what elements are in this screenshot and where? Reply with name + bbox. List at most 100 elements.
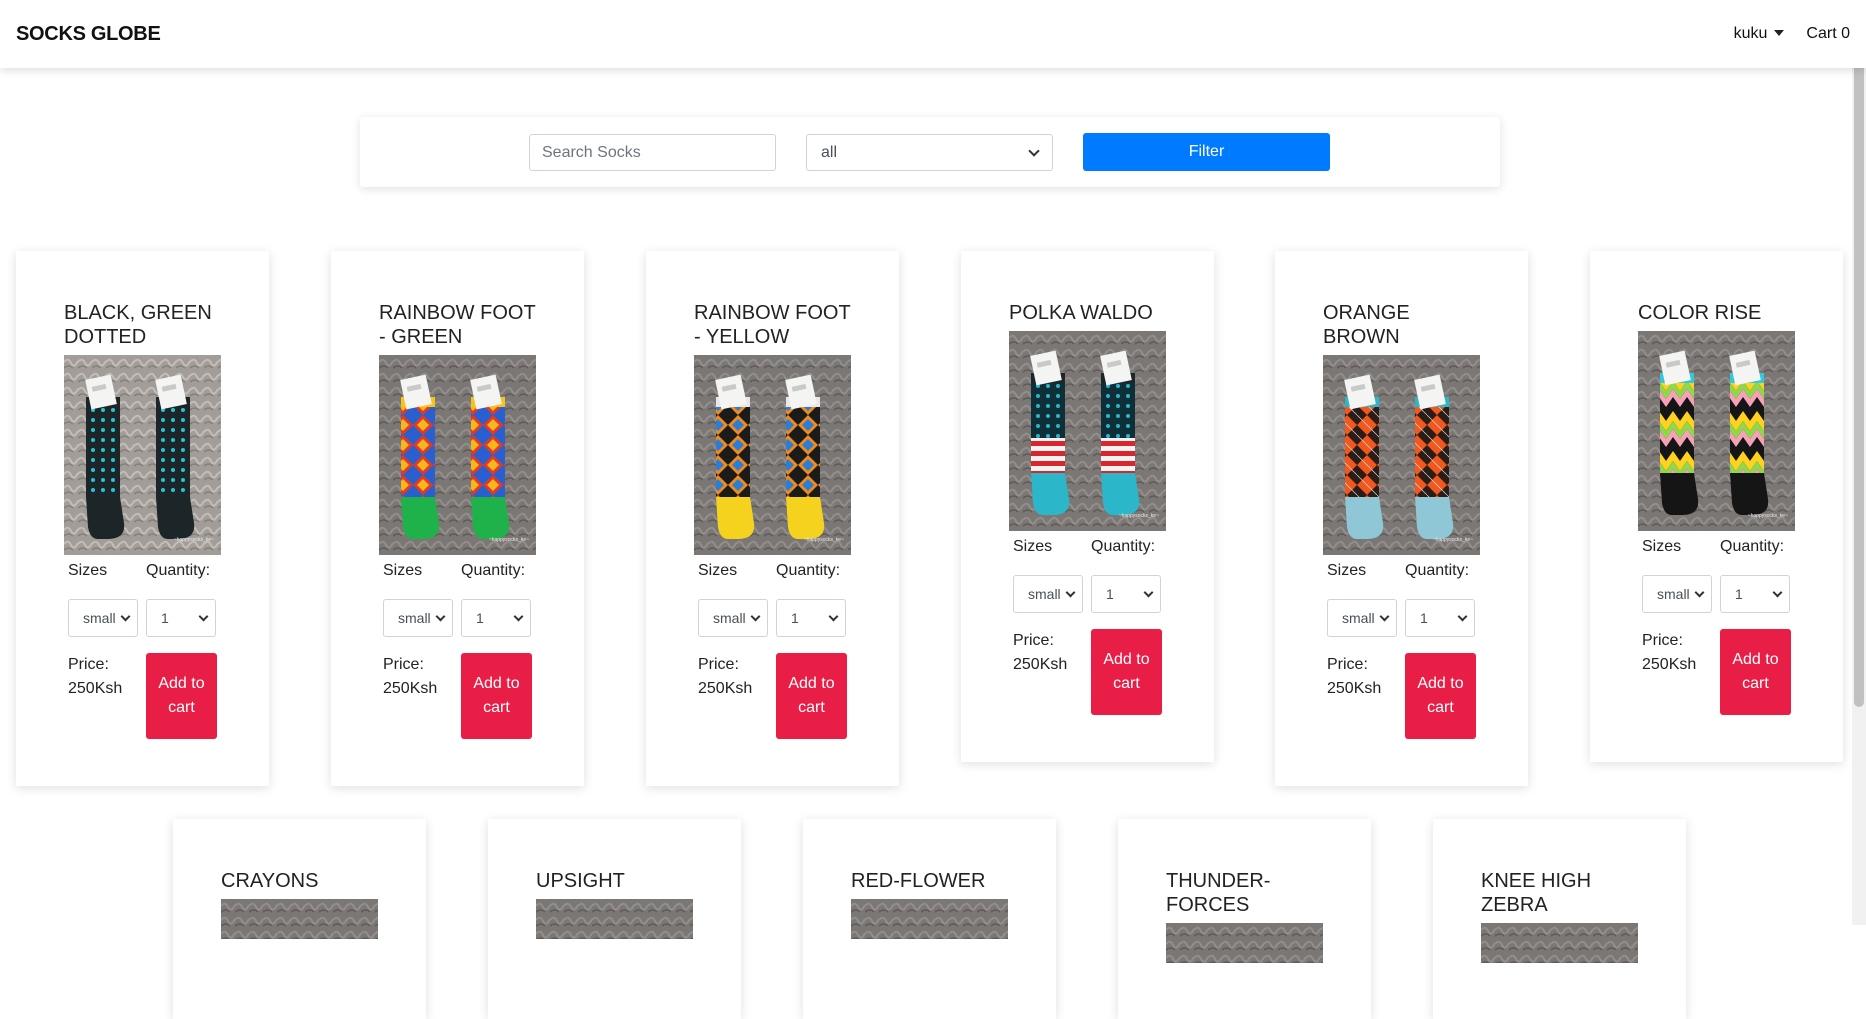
product-card: CRAYONS xyxy=(173,819,426,1019)
chevron-down-icon xyxy=(120,611,131,621)
size-select[interactable]: small xyxy=(383,599,453,637)
user-name: kuku xyxy=(1733,25,1768,42)
chevron-down-icon xyxy=(1028,144,1040,157)
product-image: ~happysocks_ke~ xyxy=(1009,331,1166,531)
add-to-cart-button[interactable]: Add to cart xyxy=(146,653,217,739)
navbar: SOCKS GLOBE kuku Cart 0 xyxy=(0,0,1866,68)
product-name: CRAYONS xyxy=(221,870,319,892)
size-select-value: small xyxy=(398,610,431,626)
page-scrollbar[interactable] xyxy=(1852,0,1866,925)
product-image: ~happysocks_ke~ xyxy=(379,355,536,555)
product-name: COLOR RISE xyxy=(1638,302,1762,324)
size-select[interactable]: small xyxy=(1327,599,1397,637)
category-select[interactable]: all xyxy=(806,134,1053,171)
svg-text:~happysocks_ke~: ~happysocks_ke~ xyxy=(1119,513,1159,519)
product-card: THUNDER-FORCES xyxy=(1118,819,1371,1019)
price-text: Price: 250Ksh xyxy=(1327,653,1397,701)
brand-logo[interactable]: SOCKS GLOBE xyxy=(16,23,161,46)
product-card: RAINBOW FOOT - YELLOW ~happysocks_ke~ Si… xyxy=(646,251,899,786)
quantity-select[interactable]: 1 xyxy=(461,599,531,637)
price-value: 250Ksh xyxy=(698,680,753,697)
search-input[interactable] xyxy=(529,134,776,171)
quantity-select[interactable]: 1 xyxy=(776,599,846,637)
size-select[interactable]: small xyxy=(1642,575,1712,613)
product-card: ORANGE BROWN ~happysocks_ke~ Sizes Quant… xyxy=(1275,251,1528,786)
chevron-down-icon xyxy=(750,611,761,621)
product-name: BLACK, GREEN DOTTED xyxy=(64,302,212,348)
quantity-select-value: 1 xyxy=(1735,586,1743,602)
product-card: COLOR RISE ~happysocks_ke~ Sizes Quantit… xyxy=(1590,251,1843,762)
product-name: UPSIGHT xyxy=(536,870,625,892)
add-to-cart-button[interactable]: Add to cart xyxy=(1720,629,1791,715)
svg-text:~happysocks_ke~: ~happysocks_ke~ xyxy=(804,537,844,543)
cart-link[interactable]: Cart 0 xyxy=(1806,25,1850,43)
add-to-cart-button[interactable]: Add to cart xyxy=(776,653,847,739)
product-image xyxy=(851,899,1008,939)
quantity-label: Quantity: xyxy=(1405,562,1470,579)
product-name: KNEE HIGH ZEBRA xyxy=(1481,870,1592,916)
quantity-label: Quantity: xyxy=(1720,538,1785,555)
category-select-value: all xyxy=(821,143,838,161)
size-select-value: small xyxy=(83,610,116,626)
size-select[interactable]: small xyxy=(1013,575,1083,613)
size-select-value: small xyxy=(1657,586,1690,602)
sizes-label: Sizes xyxy=(383,562,423,579)
chevron-down-icon xyxy=(1694,587,1705,597)
chevron-down-icon xyxy=(828,611,839,621)
price-value: 250Ksh xyxy=(1642,656,1697,673)
filter-button[interactable]: Filter xyxy=(1083,133,1330,171)
sizes-label: Sizes xyxy=(1013,538,1053,555)
chevron-down-icon xyxy=(198,611,209,621)
add-to-cart-button[interactable]: Add to cart xyxy=(1405,653,1476,739)
product-name: THUNDER-FORCES xyxy=(1166,870,1271,916)
product-card: RED-FLOWER xyxy=(803,819,1056,1019)
size-select-value: small xyxy=(1028,586,1061,602)
price-value: 250Ksh xyxy=(383,680,438,697)
product-name: RAINBOW FOOT - YELLOW xyxy=(694,302,851,348)
product-image xyxy=(536,899,693,939)
chevron-down-icon xyxy=(1379,611,1390,621)
product-card: KNEE HIGH ZEBRA xyxy=(1433,819,1686,1019)
size-select[interactable]: small xyxy=(698,599,768,637)
product-image: ~happysocks_ke~ xyxy=(694,355,851,555)
price-label: Price: xyxy=(68,656,109,673)
filter-bar: all Filter xyxy=(360,117,1500,187)
scrollbar-thumb[interactable] xyxy=(1854,2,1864,707)
product-name: POLKA WALDO xyxy=(1009,302,1153,324)
sizes-label: Sizes xyxy=(68,562,108,579)
quantity-label: Quantity: xyxy=(461,562,526,579)
quantity-select[interactable]: 1 xyxy=(1720,575,1790,613)
add-to-cart-button[interactable]: Add to cart xyxy=(461,653,532,739)
product-image xyxy=(1166,923,1323,963)
price-label: Price: xyxy=(1642,632,1683,649)
quantity-select-value: 1 xyxy=(476,610,484,626)
sizes-label: Sizes xyxy=(698,562,738,579)
product-card: UPSIGHT xyxy=(488,819,741,1019)
caret-down-icon xyxy=(1774,29,1785,36)
product-card: POLKA WALDO ~happysocks_ke~ Sizes Quanti… xyxy=(961,251,1214,762)
price-label: Price: xyxy=(698,656,739,673)
sizes-label: Sizes xyxy=(1327,562,1367,579)
svg-text:~happysocks_ke~: ~happysocks_ke~ xyxy=(489,537,529,543)
price-text: Price: 250Ksh xyxy=(1642,629,1712,677)
price-text: Price: 250Ksh xyxy=(698,653,768,701)
product-image: ~happysocks_ke~ xyxy=(64,355,221,555)
quantity-select[interactable]: 1 xyxy=(1091,575,1161,613)
chevron-down-icon xyxy=(513,611,524,621)
product-name: RED-FLOWER xyxy=(851,870,986,892)
product-name: ORANGE BROWN xyxy=(1323,302,1410,348)
quantity-select[interactable]: 1 xyxy=(146,599,216,637)
add-to-cart-button[interactable]: Add to cart xyxy=(1091,629,1162,715)
size-select-value: small xyxy=(1342,610,1375,626)
quantity-label: Quantity: xyxy=(146,562,211,579)
product-image xyxy=(221,899,378,939)
chevron-down-icon xyxy=(1143,587,1154,597)
price-value: 250Ksh xyxy=(1327,680,1382,697)
price-value: 250Ksh xyxy=(68,680,123,697)
quantity-select[interactable]: 1 xyxy=(1405,599,1475,637)
svg-text:~happysocks_ke~: ~happysocks_ke~ xyxy=(174,537,214,543)
user-menu-toggle[interactable]: kuku xyxy=(1734,25,1785,43)
product-name: RAINBOW FOOT - GREEN xyxy=(379,302,536,348)
size-select[interactable]: small xyxy=(68,599,138,637)
price-text: Price: 250Ksh xyxy=(1013,629,1083,677)
